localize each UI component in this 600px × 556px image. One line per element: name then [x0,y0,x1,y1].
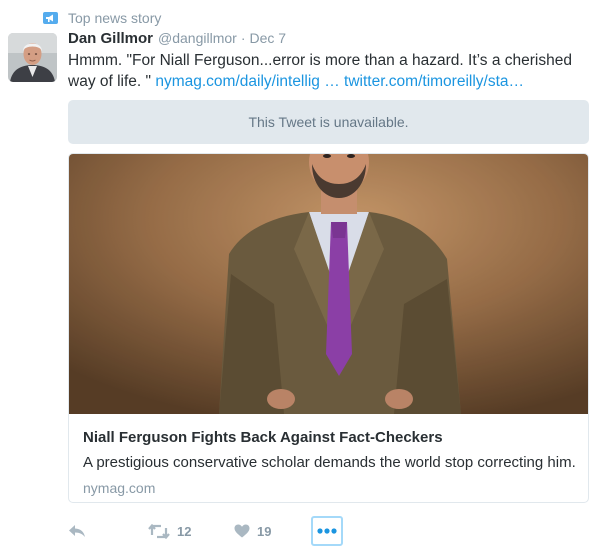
quoted-tweet-unavailable: This Tweet is unavailable. [68,100,589,144]
retweet-button[interactable]: 12 [148,516,191,546]
like-count: 19 [257,523,272,539]
megaphone-icon [43,12,58,24]
unavailable-text: This Tweet is unavailable. [248,114,409,130]
tweet-actions: 12 19 [68,516,368,546]
tweet-context: Top news story [43,8,161,28]
retweet-icon [148,523,170,539]
tweet-header: Dan Gillmor @dangillmor · Dec 7 [68,30,286,50]
link-card[interactable]: Niall Ferguson Fights Back Against Fact-… [68,153,589,503]
avatar[interactable] [8,33,57,82]
tweet-link-nymag[interactable]: nymag.com/daily/intellig … [155,73,339,90]
heart-icon [234,524,250,538]
context-label: Top news story [68,10,162,26]
tweet-text: Hmmm. "For Niall Ferguson...error is mor… [68,50,590,92]
author-name[interactable]: Dan Gillmor [68,30,153,47]
card-image[interactable] [69,154,588,414]
reply-icon [69,525,85,537]
more-dots-icon [317,528,337,534]
card-title[interactable]: Niall Ferguson Fights Back Against Fact-… [83,428,574,448]
card-description: A prestigious conservative scholar deman… [83,454,576,471]
retweet-count: 12 [177,523,192,539]
more-button[interactable] [311,516,343,546]
author-handle[interactable]: @dangillmor [158,30,237,46]
card-body[interactable]: Niall Ferguson Fights Back Against Fact-… [69,414,588,502]
like-button[interactable]: 19 [234,516,271,546]
header-separator: · [240,30,246,46]
tweet-timestamp[interactable]: Dec 7 [250,30,287,46]
reply-button[interactable] [68,516,86,546]
card-domain: nymag.com [83,480,156,496]
tweet-link-twitter[interactable]: twitter.com/timoreilly/sta… [344,73,524,90]
